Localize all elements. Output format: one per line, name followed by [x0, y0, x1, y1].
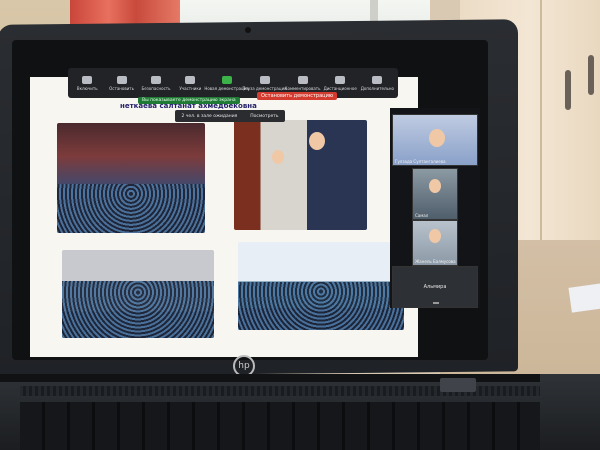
participant-tile[interactable]: Гулзада Султангалиева	[392, 114, 478, 166]
sharing-banner: Вы показываете демонстрацию экрана	[138, 97, 240, 104]
paper-sheet	[568, 282, 600, 313]
video-icon	[116, 75, 127, 84]
participant-tile[interactable]: Жанель Балмусова	[412, 220, 458, 266]
more-options-icon[interactable]	[433, 302, 439, 304]
participant-name: Альмира	[423, 284, 447, 290]
toolbar-participants-button[interactable]: Участники	[175, 75, 205, 91]
toolbar-video-button[interactable]: Остановить	[106, 75, 136, 91]
laptop-latch	[440, 378, 476, 392]
participants-icon	[185, 75, 196, 84]
cabinet-door-gap	[540, 0, 542, 245]
annotate-icon	[297, 75, 308, 84]
participant-face	[429, 179, 441, 193]
participant-name: Самал	[415, 213, 429, 218]
waiting-room-text: 2 чел. в зале ожидания	[181, 113, 238, 119]
participant-name: Жанель Балмусова	[415, 259, 456, 264]
toolbar-pause-share-button[interactable]: Пауза демонстрации	[242, 75, 287, 91]
stop-share-button[interactable]: Остановить демонстрацию	[257, 92, 338, 100]
waiting-room-notice[interactable]: 2 чел. в зале ожидания Посмотреть	[175, 110, 285, 122]
share-icon	[221, 75, 232, 84]
photo-scarf-ceremony	[234, 120, 367, 230]
cabinet-handle	[588, 55, 594, 95]
toolbar-annotate-button[interactable]: Комментировать	[285, 75, 320, 91]
photo-group-portrait	[238, 242, 404, 330]
participant-tile[interactable]: Самал	[412, 168, 458, 220]
toolbar-mic-button[interactable]: Включить	[72, 75, 102, 91]
toolbar-remote-control-button[interactable]: Дистанционное	[324, 75, 357, 91]
photo-students-hall	[62, 250, 214, 338]
keyboard[interactable]	[20, 402, 540, 450]
mic-icon	[82, 75, 93, 84]
participant-tile[interactable]: Альмира	[392, 266, 478, 308]
toolbar-more-button[interactable]: Дополнительно	[361, 75, 394, 91]
participant-face	[429, 129, 445, 147]
participant-face	[429, 229, 441, 243]
shield-icon	[150, 75, 161, 84]
toolbar-new-share-button[interactable]: Новая демонстрация	[204, 75, 249, 91]
view-waiting-button[interactable]: Посмотреть	[250, 114, 278, 119]
pause-icon	[259, 75, 270, 84]
remote-icon	[335, 75, 346, 84]
webcam	[245, 27, 251, 33]
cabinet-handle	[565, 70, 571, 110]
toolbar-security-button[interactable]: Безопасность	[141, 75, 171, 91]
photo-ceremony-stage	[57, 123, 205, 233]
more-icon	[372, 75, 383, 84]
meeting-toolbar: Включить Остановить Безопасность Участни…	[68, 68, 398, 98]
participant-name: Гулзада Султангалиева	[395, 159, 446, 164]
participant-panel: Гулзада Султангалиева Самал Жанель Балму…	[390, 108, 480, 308]
